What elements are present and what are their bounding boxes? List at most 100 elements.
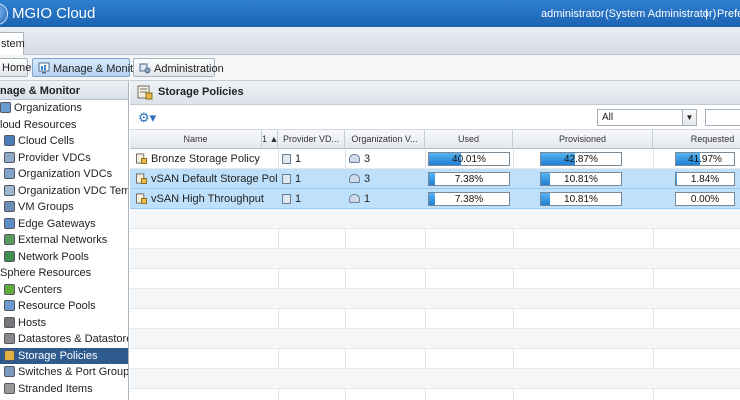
table-row [130,389,740,400]
resource-tree: Organizations loud Resources Cloud Cells Pr… [0,100,128,397]
column-header-requested[interactable]: Requested [653,130,740,149]
policy-name-cell: vSAN High Throughput [136,189,278,209]
requested-bar: 0.00% [675,192,735,206]
tree-item[interactable]: Stranded Items [0,381,128,398]
home-button[interactable]: Home [0,58,32,77]
provider-vdc-icon [282,174,291,184]
provisioned-bar-value: 10.81% [564,174,598,185]
table-row[interactable]: vSAN Default Storage Policy 1 3 7.38% 10.81%… [130,169,740,189]
title-bar: MGIO Cloud administrator (System Adminis… [0,0,740,27]
pool-icon [4,250,15,262]
administration-button[interactable]: Administration [133,58,224,77]
tree-item[interactable]: Resource Pools [0,298,128,315]
org-vdc-icon [349,154,360,163]
tree-item[interactable]: Provider VDCs [0,150,128,167]
tree-item[interactable]: VM Groups [0,199,128,216]
column-header-org-vdc[interactable]: Organization V... [345,130,425,149]
org-vdc-cell: 1 [349,189,421,209]
tree-item[interactable]: vCenters [0,282,128,299]
provider-vdc-count: 1 [295,153,302,165]
org-vdc-count: 3 [364,173,371,185]
tree-item[interactable]: External Networks [0,232,128,249]
tree-item-label: Cloud Cells [18,135,75,147]
resource-pool-icon [4,300,15,311]
gear-menu-icon[interactable]: ⚙▾ [138,110,156,126]
column-sort-indicator[interactable]: 1 ▲ [262,130,278,149]
tree-item-label: Switches & Port Groups [18,366,128,378]
used-bar: 40.01% [428,152,510,166]
page-title: Storage Policies [158,86,244,98]
table-row[interactable]: vSAN High Throughput 1 1 7.38% 10.81% 0.00% [130,189,740,209]
main-panel-header: Storage Policies [130,81,740,105]
tree-item[interactable]: Datastores & Datastore Clu [0,331,128,348]
grid-header: Name 1 ▲ Provider VD... Organization V..… [130,130,740,149]
column-header-name[interactable]: Name [130,130,262,149]
provisioned-bar: 42.87% [540,152,622,166]
provider-vdc-icon [282,194,291,204]
cell-icon [4,135,15,146]
tree-item[interactable]: Sphere Resources [0,265,128,282]
switch-icon [4,366,15,377]
used-bar-value: 7.38% [454,174,484,185]
tree-item-label: loud Resources [0,118,77,131]
monitor-icon [38,62,50,74]
table-row[interactable]: Bronze Storage Policy 1 3 40.01% 42.87% 41.97… [130,149,740,169]
admin-icon [139,63,151,74]
main-panel: Storage Policies ⚙▾ All ▼ Name 1 ▲ Provi… [130,81,740,400]
tree-item[interactable]: loud Resources [0,117,128,134]
provisioned-bar-value: 10.81% [564,194,598,205]
preferences-link[interactable]: Prefe [717,8,740,20]
tree-item-label: Resource Pools [18,300,96,312]
tree-item-label: Stranded Items [18,382,93,395]
tree-item[interactable]: Organization VDC Templates [0,183,128,200]
tree-item[interactable]: Switches & Port Groups [0,364,128,381]
filter-bar: ⚙▾ All ▼ [130,105,740,130]
provider-vdc-cell: 1 [282,169,342,189]
used-bar-value: 40.01% [452,154,486,165]
home-label: Home [2,62,32,74]
tree-item-label: Provider VDCs [18,151,91,164]
tree-item[interactable]: Network Pools [0,249,128,266]
provider-vdc-count: 1 [295,173,302,185]
provisioned-bar: 10.81% [540,192,622,206]
storage-policy-icon [137,85,153,100]
manage-monitor-button[interactable]: Manage & Monitor [32,58,143,77]
tree-item[interactable]: Hosts [0,315,128,332]
provisioned-bar-value: 42.87% [564,154,598,165]
requested-bar: 1.84% [675,172,735,186]
column-header-provider-vdc[interactable]: Provider VD... [278,130,345,149]
tree-item[interactable]: Edge Gateways [0,216,128,233]
requested-bar: 41.97% [675,152,735,166]
org-icon [0,102,11,113]
tree-item[interactable]: Storage Policies [0,347,128,364]
tree-item[interactable]: Organization VDCs [0,166,128,183]
chevron-down-icon[interactable]: ▼ [682,110,696,125]
manage-monitor-label: Manage & Monitor [53,63,143,75]
policy-name[interactable]: Bronze Storage Policy [151,153,260,165]
provider-vdc-count: 1 [295,193,302,205]
table-row [130,249,740,269]
org-vdc-cell: 3 [349,149,421,169]
vcenter-icon [4,283,15,295]
tree-item[interactable]: Cloud Cells [0,133,128,150]
host-icon [4,316,15,328]
table-row [130,269,740,289]
search-input[interactable] [705,109,740,126]
tree-item-label: Hosts [18,316,47,329]
network-icon [4,234,15,245]
tree-item-label: Datastores & Datastore Clu [18,333,128,345]
edge-icon [4,217,15,229]
tab-system[interactable]: stem [0,32,25,55]
column-header-provisioned[interactable]: Provisioned [513,130,653,149]
filter-dropdown[interactable]: All ▼ [597,109,697,126]
tree-item-label: VM Groups [18,201,74,213]
user-name[interactable]: administrator [541,8,605,20]
policy-name[interactable]: vSAN Default Storage Policy [151,173,278,185]
column-header-used[interactable]: Used [425,130,513,149]
org-vdc-cell: 3 [349,169,421,189]
policy-name-cell: vSAN Default Storage Policy [136,169,278,189]
tree-item[interactable]: Organizations [0,100,128,117]
left-navigation-panel: nage & Monitor Organizations loud Resourc… [0,81,129,400]
vcloud-logo-icon [0,3,8,25]
policy-name[interactable]: vSAN High Throughput [151,193,264,205]
